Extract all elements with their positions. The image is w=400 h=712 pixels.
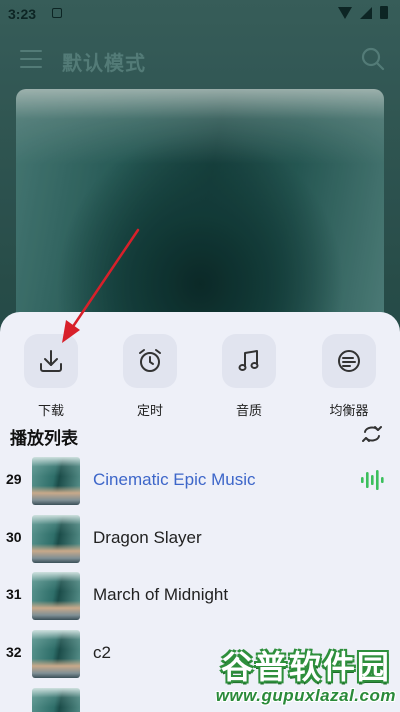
timer-button[interactable]: 定时 (105, 334, 195, 419)
watermark-logo-text: 谷普软件园 (220, 649, 391, 685)
track-row[interactable]: 29 Cinematic Epic Music (0, 455, 400, 507)
equalizer-button[interactable]: 均衡器 (304, 334, 394, 419)
track-number: 29 (6, 471, 22, 487)
watermark: 谷普软件园 www.gupuxlazal.com (216, 642, 396, 706)
track-number: 30 (6, 529, 22, 545)
equalizer-label: 均衡器 (329, 403, 369, 418)
playlist-heading: 播放列表 (10, 429, 78, 448)
track-row[interactable]: 30 Dragon Slayer (0, 513, 400, 565)
track-row[interactable]: 31 March of Midnight (0, 570, 400, 622)
download-button[interactable]: 下载 (6, 334, 96, 419)
track-title: Cinematic Epic Music (93, 470, 256, 489)
track-thumbnail (32, 630, 80, 678)
track-thumbnail (32, 515, 80, 563)
download-label: 下载 (37, 403, 64, 418)
repeat-icon[interactable] (360, 422, 384, 446)
quality-button[interactable]: 音质 (204, 334, 294, 419)
track-thumbnail (32, 688, 80, 712)
quality-label: 音质 (235, 403, 262, 418)
alarm-clock-icon (139, 349, 161, 372)
watermark-url: www.gupuxlazal.com (215, 686, 396, 705)
action-row: 下载 定时 音质 均衡器 (0, 334, 400, 424)
track-title: March of Midnight (93, 585, 229, 604)
track-number: 32 (6, 644, 22, 660)
now-playing-icon (361, 470, 384, 490)
track-title: Dragon Slayer (93, 528, 202, 547)
track-title: c2 (93, 643, 111, 662)
download-icon (40, 350, 62, 372)
track-number: 31 (6, 586, 22, 602)
music-note-icon (238, 350, 259, 371)
track-thumbnail (32, 457, 80, 505)
track-thumbnail (32, 572, 80, 620)
timer-label: 定时 (136, 403, 163, 418)
equalizer-icon (338, 350, 360, 372)
